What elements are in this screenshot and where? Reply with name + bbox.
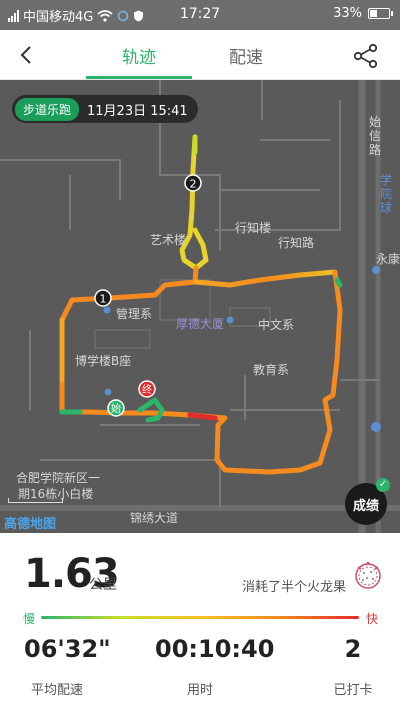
active-tab-indicator — [86, 76, 192, 79]
battery-percent: 33% — [333, 6, 362, 21]
share-icon[interactable] — [352, 42, 380, 70]
status-bar: 中国移动4G 17:27 33% — [0, 0, 400, 30]
pace-value: 06'32" — [24, 635, 111, 663]
time-value: 00:10:40 — [155, 635, 275, 663]
svg-text:始: 始 — [111, 402, 121, 415]
svg-text:终: 终 — [142, 383, 152, 396]
stat-duration: 00:10:40 用时 — [155, 635, 275, 698]
map-canvas: 2 1 终 始 — [0, 80, 400, 533]
map-label-right-col1: 始信路 — [369, 115, 382, 157]
map-label-art: 艺术楼 — [150, 233, 187, 247]
map-label-education: 教育系 — [253, 363, 290, 377]
checkpoint-1-marker[interactable]: 1 — [94, 289, 112, 307]
map-label-houde: 厚德大厦 — [176, 317, 225, 331]
stat-average-pace: 06'32" 平均配速 — [24, 635, 111, 698]
distance-unit: 公里 — [89, 577, 117, 593]
map-label-road-bottom: 锦绣大道 — [130, 511, 179, 525]
run-stats-panel: 1.63 公里 消耗了半个火龙果 慢 快 06'32" 平均配速 00:10:4… — [0, 533, 400, 711]
calorie-equivalent: 消耗了半个火龙果 — [241, 580, 346, 595]
stat-checkins: 2 已打卡 — [325, 635, 381, 698]
checkpoint-2-marker[interactable]: 2 — [184, 174, 202, 192]
speed-slow-label: 慢 — [23, 612, 36, 626]
tab-track[interactable]: 轨迹 — [122, 43, 156, 68]
speed-fast-label: 快 — [365, 612, 378, 626]
battery-fill — [370, 10, 377, 17]
time-label: 用时 — [186, 683, 213, 698]
svg-text:2: 2 — [190, 178, 197, 191]
battery-icon — [368, 8, 393, 19]
map-provider-logo: 高德地图 — [4, 517, 57, 532]
map-label-yongkang: 永康 — [376, 252, 400, 266]
end-marker[interactable]: 终 — [138, 380, 156, 398]
speed-legend-bar — [41, 616, 359, 619]
map-label-campus-line1: 合肥学院新区一 — [16, 471, 101, 485]
map-scale-bar — [8, 498, 63, 503]
checkin-label: 已打卡 — [333, 683, 373, 698]
start-marker[interactable]: 始 — [107, 399, 125, 417]
svg-text:1: 1 — [100, 293, 107, 306]
pace-label: 平均配速 — [30, 683, 83, 698]
run-info-badge: 步道乐跑 11月23日 15:41 — [12, 95, 198, 123]
map-label-boxue: 博学楼B座 — [75, 354, 132, 368]
dragonfruit-icon — [355, 561, 381, 589]
top-bar: 轨迹 配速 — [0, 30, 400, 80]
map-label-right-col2: 学院球 — [380, 173, 393, 215]
run-datetime: 11月23日 15:41 — [87, 103, 188, 119]
track-map[interactable]: 2 1 终 始 步道乐跑 11月23日 15:41 艺术楼 行知楼 行知路 管理… — [0, 80, 400, 533]
tab-pace[interactable]: 配速 — [229, 43, 263, 68]
back-arrow-icon[interactable] — [14, 42, 40, 68]
map-label-zhixing: 行知楼 — [235, 221, 272, 235]
map-label-zhixing-road: 行知路 — [278, 236, 315, 250]
run-type-tag: 步道乐跑 — [15, 97, 80, 121]
map-label-management: 管理系 — [116, 307, 153, 321]
status-right: 33% — [333, 6, 393, 21]
checkin-value: 2 — [344, 635, 362, 663]
map-label-chinese: 中文系 — [258, 318, 295, 332]
check-icon: ✓ — [376, 478, 390, 492]
